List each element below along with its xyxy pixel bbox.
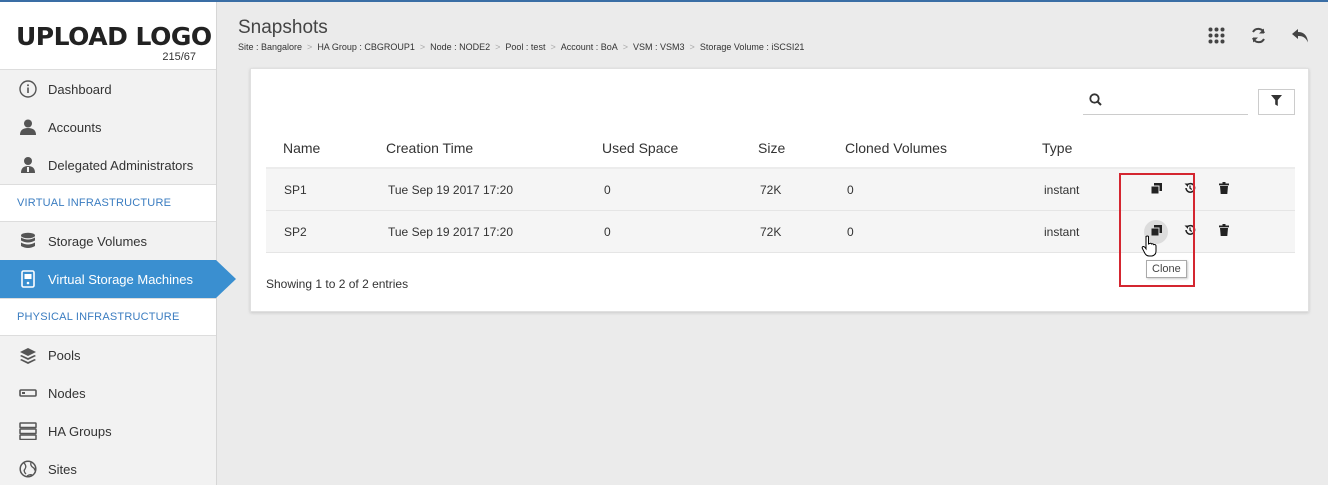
sidebar-item-label: Accounts bbox=[48, 119, 102, 135]
sidebar-item-label: Pools bbox=[48, 347, 81, 363]
cell-creation-time: Tue Sep 19 2017 17:20 bbox=[388, 182, 513, 197]
sidebar-item-ha-groups[interactable]: HA Groups bbox=[0, 412, 216, 450]
cell-type: instant bbox=[1044, 224, 1080, 239]
column-header-size[interactable]: Size bbox=[758, 140, 785, 156]
database-icon bbox=[18, 231, 38, 251]
refresh-icon bbox=[1250, 27, 1267, 49]
section-virtual-infrastructure: VIRTUAL INFRASTRUCTURE bbox=[0, 184, 216, 222]
page-title: Snapshots bbox=[238, 17, 328, 38]
sidebar-item-label: Dashboard bbox=[48, 81, 112, 97]
clone-tooltip: Clone bbox=[1146, 260, 1187, 278]
sidebar-item-dashboard[interactable]: Dashboard bbox=[0, 70, 216, 108]
cell-used-space: 0 bbox=[604, 224, 611, 239]
back-button[interactable] bbox=[1290, 28, 1310, 48]
breadcrumb-pool[interactable]: Pool : test bbox=[505, 42, 545, 52]
breadcrumb-separator: > bbox=[419, 42, 426, 52]
search-icon bbox=[1089, 92, 1102, 111]
cell-name: SP2 bbox=[284, 224, 307, 239]
breadcrumb-separator: > bbox=[550, 42, 556, 52]
cell-creation-time: Tue Sep 19 2017 17:20 bbox=[388, 224, 513, 239]
user-icon bbox=[18, 117, 38, 137]
top-actions bbox=[1206, 27, 1310, 49]
cell-cloned-volumes: 0 bbox=[847, 224, 854, 239]
breadcrumb-separator: > bbox=[622, 42, 629, 52]
node-icon bbox=[18, 383, 38, 403]
sidebar-item-delegated-administrators[interactable]: Delegated Administrators bbox=[0, 146, 216, 184]
breadcrumb-account[interactable]: Account : BoA bbox=[561, 42, 618, 52]
breadcrumb: Site : Bangalore > HA Group : CBGROUP1 > N… bbox=[238, 42, 804, 52]
search-input[interactable] bbox=[1108, 94, 1243, 109]
filter-icon bbox=[1271, 93, 1282, 111]
table-header: Name Creation Time Used Space Size Clone… bbox=[266, 129, 1295, 169]
info-icon bbox=[18, 79, 38, 99]
breadcrumb-site[interactable]: Site : Bangalore bbox=[238, 42, 302, 52]
table-info: Showing 1 to 2 of 2 entries bbox=[266, 277, 409, 291]
sidebar-item-virtual-storage-machines[interactable]: Virtual Storage Machines bbox=[0, 260, 236, 298]
cell-cloned-volumes: 0 bbox=[847, 182, 854, 197]
delete-button[interactable] bbox=[1207, 178, 1241, 202]
sidebar-item-accounts[interactable]: Accounts bbox=[0, 108, 216, 146]
cell-size: 72K bbox=[760, 224, 782, 239]
server-icon bbox=[18, 269, 38, 289]
breadcrumb-storage-volume[interactable]: Storage Volume : iSCSI21 bbox=[700, 42, 805, 52]
column-header-type[interactable]: Type bbox=[1042, 140, 1072, 156]
sidebar-item-label: Delegated Administrators bbox=[48, 157, 194, 173]
column-header-name[interactable]: Name bbox=[283, 140, 320, 156]
logo: UPLOAD LOGO 215/67 bbox=[0, 2, 216, 70]
trash-icon bbox=[1219, 182, 1229, 197]
delete-button[interactable] bbox=[1207, 220, 1241, 244]
sidebar-item-label: Nodes bbox=[48, 385, 86, 401]
sidebar-item-label: Sites bbox=[48, 461, 77, 477]
sidebar-item-nodes[interactable]: Nodes bbox=[0, 374, 216, 412]
stack-icon bbox=[18, 421, 38, 441]
sidebar-item-label: Storage Volumes bbox=[48, 233, 148, 249]
cell-name: SP1 bbox=[284, 182, 307, 197]
sidebar-item-sites[interactable]: Sites bbox=[0, 450, 216, 485]
column-header-cloned-volumes[interactable]: Cloned Volumes bbox=[845, 140, 947, 156]
layers-icon bbox=[18, 345, 38, 365]
filter-button[interactable] bbox=[1258, 89, 1295, 115]
grid-icon bbox=[1208, 27, 1225, 49]
breadcrumb-separator: > bbox=[495, 42, 501, 52]
breadcrumb-ha-group[interactable]: HA Group : CBGROUP1 bbox=[317, 42, 415, 52]
breadcrumb-separator: > bbox=[307, 42, 313, 52]
globe-icon bbox=[18, 459, 38, 479]
sidebar-item-label: HA Groups bbox=[48, 423, 112, 439]
breadcrumb-node[interactable]: Node : NODE2 bbox=[430, 42, 490, 52]
sidebar: UPLOAD LOGO 215/67 Dashboard Accounts De… bbox=[0, 2, 236, 485]
admin-icon bbox=[18, 155, 38, 175]
sidebar-item-label: Virtual Storage Machines bbox=[48, 271, 194, 287]
grid-button[interactable] bbox=[1206, 27, 1226, 49]
breadcrumb-vsm[interactable]: VSM : VSM3 bbox=[633, 42, 685, 52]
breadcrumb-separator: > bbox=[689, 42, 695, 52]
cell-size: 72K bbox=[760, 182, 782, 197]
logo-size: 215/67 bbox=[162, 51, 196, 63]
back-icon bbox=[1291, 27, 1309, 49]
logo-text: UPLOAD LOGO bbox=[16, 22, 212, 51]
trash-icon bbox=[1219, 224, 1229, 239]
sidebar-item-pools[interactable]: Pools bbox=[0, 336, 216, 374]
section-physical-infrastructure: PHYSICAL INFRASTRUCTURE bbox=[0, 298, 216, 336]
column-header-used-space[interactable]: Used Space bbox=[602, 140, 678, 156]
cell-type: instant bbox=[1044, 182, 1080, 197]
sidebar-item-storage-volumes[interactable]: Storage Volumes bbox=[0, 222, 216, 260]
column-header-creation-time[interactable]: Creation Time bbox=[386, 140, 473, 156]
search-box bbox=[1083, 89, 1248, 115]
hand-cursor-icon bbox=[1141, 235, 1159, 262]
refresh-button[interactable] bbox=[1248, 27, 1268, 49]
cell-used-space: 0 bbox=[604, 182, 611, 197]
